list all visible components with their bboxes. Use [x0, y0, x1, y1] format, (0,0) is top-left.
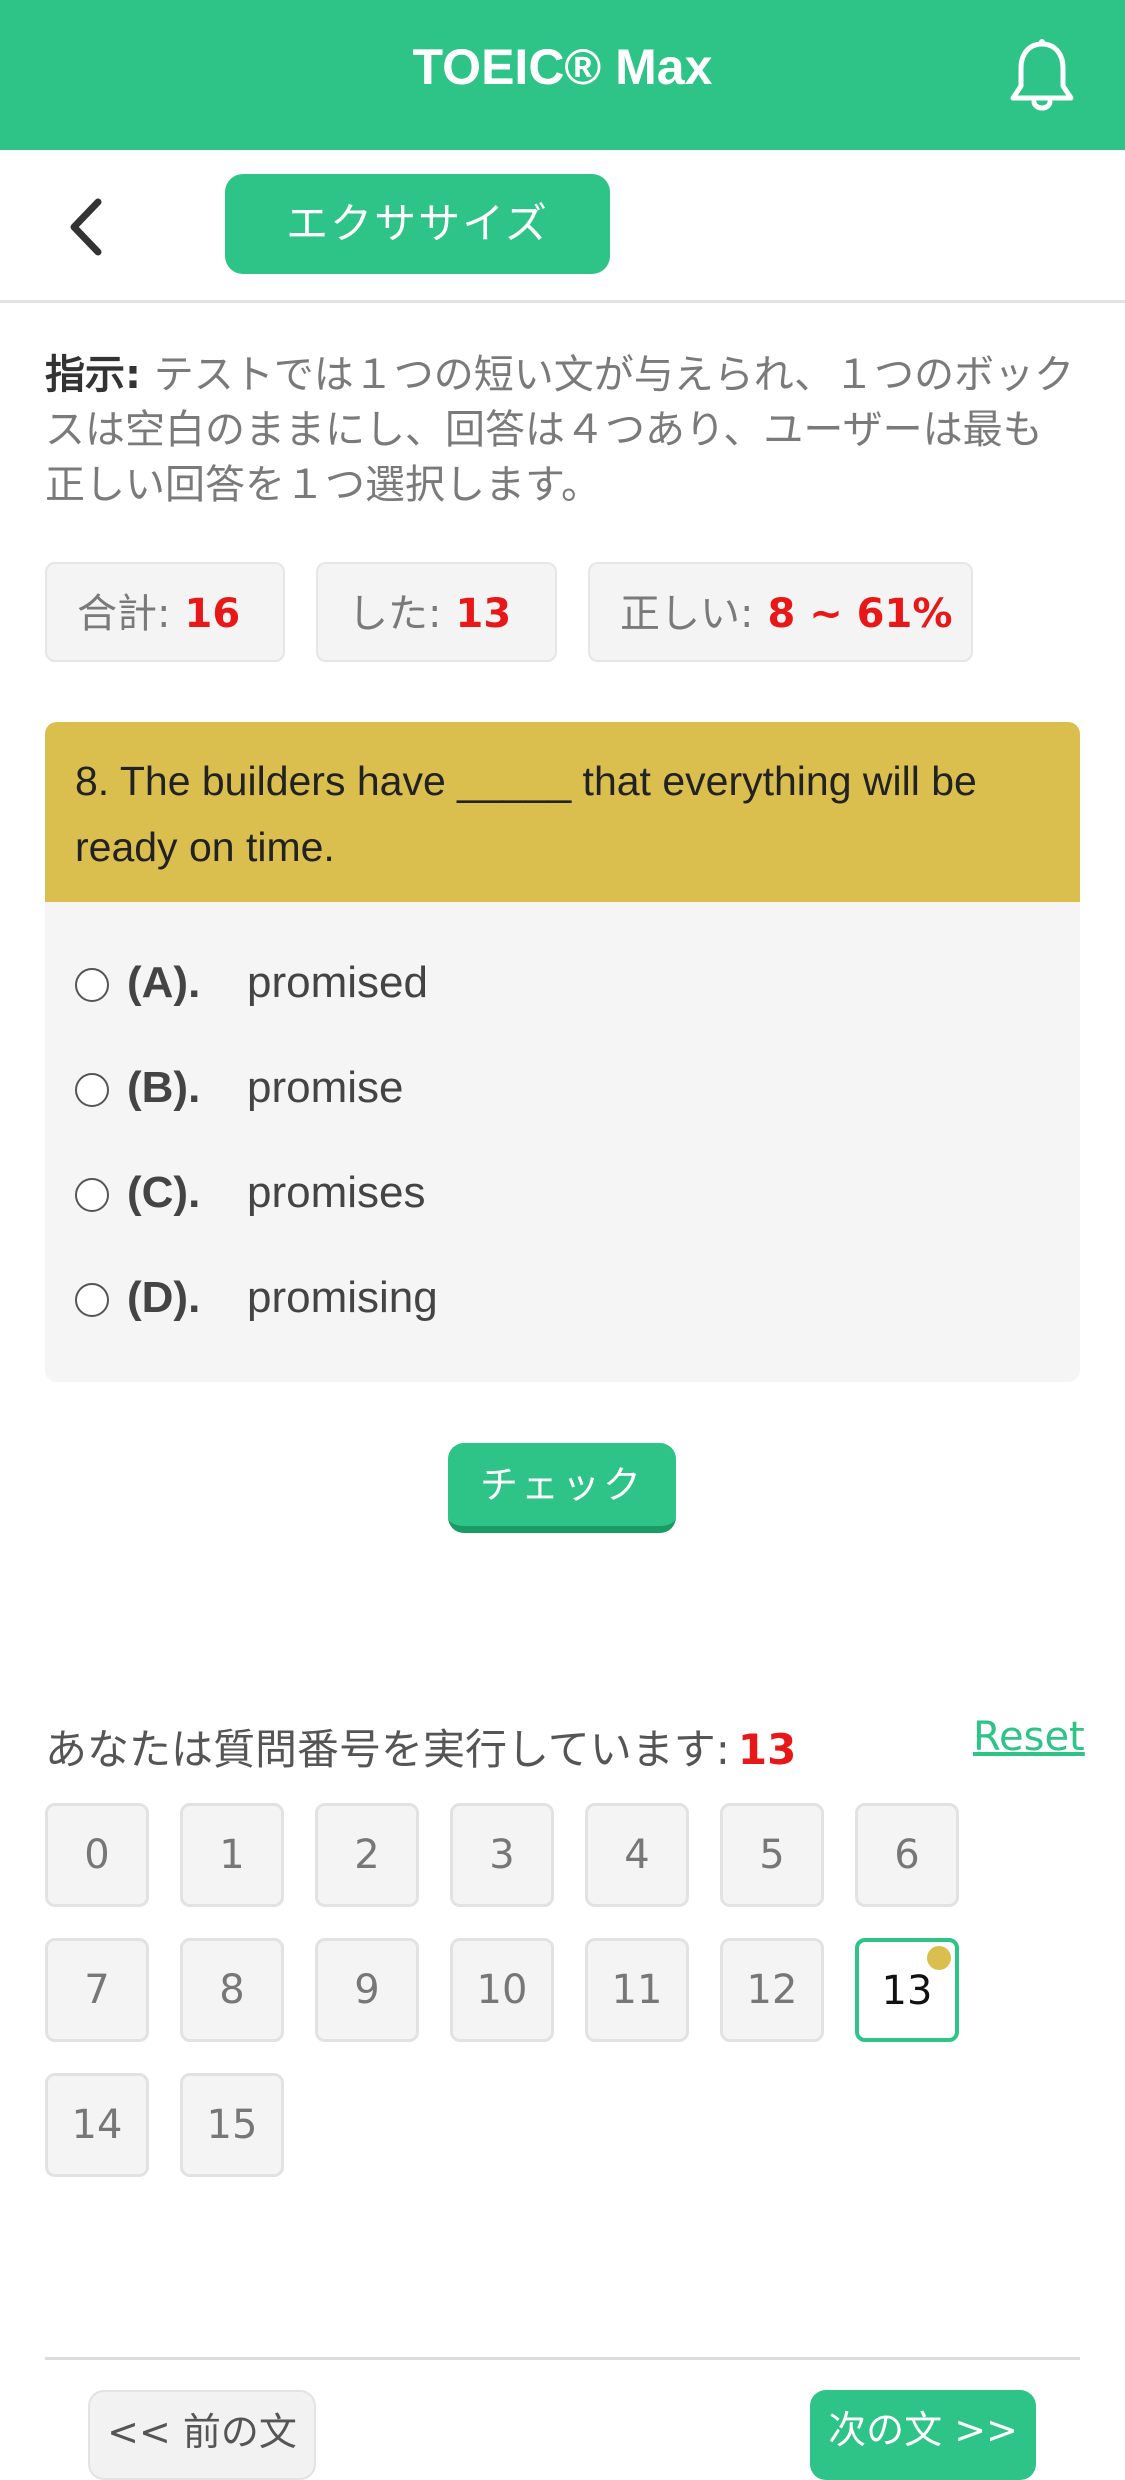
question-number-button[interactable]: 6 [855, 1803, 959, 1907]
sub-navigation: エクササイズ [0, 150, 1125, 303]
bell-icon[interactable] [1007, 36, 1077, 116]
tab-exercise[interactable]: エクササイズ [225, 174, 610, 274]
running-label: あなたは質問番号を実行しています: [45, 1725, 730, 1774]
current-marker-dot [927, 1946, 951, 1970]
option-a[interactable]: (A). promised [75, 952, 1035, 1022]
instructions-text: テストでは１つの短い文が与えられ、１つのボックスは空白のままにし、回答は４つあり… [45, 352, 1075, 508]
check-button[interactable]: チェック [448, 1443, 676, 1533]
question-header: 8. The builders have _____ that everythi… [45, 722, 1080, 902]
stat-total: 合計: 16 [45, 562, 285, 662]
question-number-grid: 0 1 2 3 4 5 6 7 8 9 10 11 12 13 14 15 [45, 1803, 1045, 2183]
option-d[interactable]: (D). promising [75, 1267, 1035, 1337]
option-letter: (A). [127, 958, 201, 1007]
stat-total-label: 合計: [77, 591, 171, 637]
stat-correct-label: 正しい: [620, 591, 754, 637]
option-text: promised [247, 958, 428, 1007]
stat-done: した: 13 [316, 562, 557, 662]
stat-total-value: 16 [184, 591, 241, 637]
stat-done-value: 13 [455, 591, 512, 637]
radio-d[interactable] [75, 1283, 109, 1317]
question-number-button[interactable]: 3 [450, 1803, 554, 1907]
question-card: 8. The builders have _____ that everythi… [45, 722, 1080, 1382]
option-b[interactable]: (B). promise [75, 1057, 1035, 1127]
radio-c[interactable] [75, 1178, 109, 1212]
radio-b[interactable] [75, 1073, 109, 1107]
question-number-button[interactable]: 8 [180, 1938, 284, 2042]
option-c[interactable]: (C). promises [75, 1162, 1035, 1232]
question-number-button[interactable]: 4 [585, 1803, 689, 1907]
instructions-label: 指示: [45, 352, 141, 398]
app-title: TOEIC® Max [412, 39, 713, 95]
question-number-button-active[interactable]: 13 [855, 1938, 959, 2042]
chevron-left-icon[interactable] [60, 192, 120, 262]
question-number-button[interactable]: 2 [315, 1803, 419, 1907]
reset-link[interactable]: Reset [973, 1714, 1085, 1760]
question-number-button[interactable]: 10 [450, 1938, 554, 2042]
question-number-button[interactable]: 5 [720, 1803, 824, 1907]
footer-divider [45, 2357, 1080, 2360]
stat-done-label: した: [348, 591, 442, 637]
radio-a[interactable] [75, 968, 109, 1002]
question-number-button[interactable]: 15 [180, 2073, 284, 2177]
option-text: promise [247, 1063, 404, 1112]
option-letter: (D). [127, 1273, 201, 1322]
question-number-button[interactable]: 7 [45, 1938, 149, 2042]
stat-correct-value: 8 ~ 61% [767, 591, 953, 637]
stat-correct: 正しい: 8 ~ 61% [588, 562, 973, 662]
question-number-button[interactable]: 14 [45, 2073, 149, 2177]
question-number-label: 13 [881, 1968, 933, 2014]
option-text: promising [247, 1273, 438, 1322]
question-number-button[interactable]: 0 [45, 1803, 149, 1907]
app-header: TOEIC® Max [0, 0, 1125, 150]
question-number-button[interactable]: 11 [585, 1938, 689, 2042]
option-text: promises [247, 1168, 426, 1217]
current-question-number: 13 [737, 1725, 797, 1774]
option-letter: (B). [127, 1063, 201, 1112]
previous-sentence-button[interactable]: << 前の文 [88, 2390, 316, 2480]
question-number-button[interactable]: 12 [720, 1938, 824, 2042]
instructions: 指示: テストでは１つの短い文が与えられ、１つのボックスは空白のままにし、回答は… [45, 348, 1075, 513]
question-number-button[interactable]: 1 [180, 1803, 284, 1907]
question-text: 8. The builders have _____ that everythi… [75, 758, 977, 870]
option-letter: (C). [127, 1168, 201, 1217]
question-number-button[interactable]: 9 [315, 1938, 419, 2042]
next-sentence-button[interactable]: 次の文 >> [810, 2390, 1036, 2480]
current-question-indicator: あなたは質問番号を実行しています: 13 [45, 1716, 796, 1777]
